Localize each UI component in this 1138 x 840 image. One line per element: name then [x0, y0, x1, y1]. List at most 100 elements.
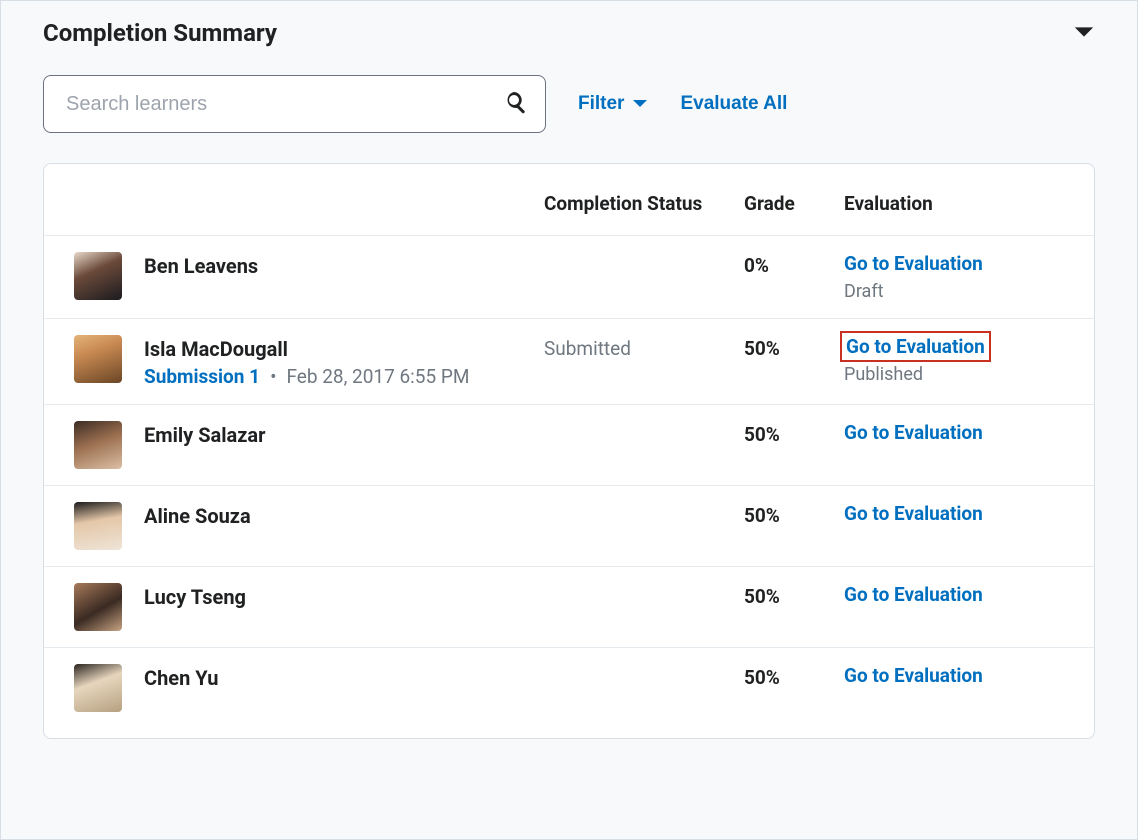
go-to-evaluation-link[interactable]: Go to Evaluation: [844, 502, 983, 525]
learner-name[interactable]: Ben Leavens: [144, 254, 258, 278]
submission-link[interactable]: Submission 1: [144, 365, 260, 388]
evaluation-cell: Go to Evaluation: [844, 486, 1094, 567]
learner-content: Lucy Tseng: [74, 583, 544, 631]
learner-name[interactable]: Lucy Tseng: [144, 585, 246, 609]
controls-row: Filter Evaluate All: [43, 75, 1095, 163]
table-row: Ben Leavens 0%Go to EvaluationDraft: [44, 236, 1094, 319]
chevron-down-icon: [632, 99, 648, 109]
grade-cell: 50%: [744, 648, 844, 729]
grade-cell: 0%: [744, 236, 844, 319]
avatar[interactable]: [74, 502, 122, 550]
grade-text: 50%: [744, 502, 844, 527]
grade-cell: 50%: [744, 319, 844, 405]
status-text: [544, 421, 744, 423]
learner-info: Lucy Tseng: [144, 583, 246, 609]
grade-text: 50%: [744, 421, 844, 446]
evaluation-content: Go to Evaluation: [844, 583, 1064, 606]
table-row: Isla MacDougallSubmission 1•Feb 28, 2017…: [44, 319, 1094, 405]
learner-info: Emily Salazar: [144, 421, 265, 447]
evaluation-content: Go to Evaluation: [844, 502, 1064, 525]
learner-info: Aline Souza: [144, 502, 251, 528]
status-cell: [544, 648, 744, 729]
status-text: [544, 502, 744, 504]
page-container: Completion Summary Filter Evaluate All: [0, 0, 1138, 840]
learner-name[interactable]: Chen Yu: [144, 666, 218, 690]
learner-cell: Aline Souza: [44, 486, 544, 567]
evaluation-cell: Go to Evaluation: [844, 648, 1094, 729]
column-learner-header: [44, 164, 544, 236]
evaluation-content: Go to Evaluation Published: [844, 335, 1064, 385]
go-to-evaluation-link[interactable]: Go to Evaluation: [844, 335, 987, 358]
evaluation-content: Go to EvaluationDraft: [844, 252, 1064, 302]
status-cell: [544, 236, 744, 319]
go-to-evaluation-link[interactable]: Go to Evaluation: [844, 252, 983, 275]
learner-content: Emily Salazar: [74, 421, 544, 469]
evaluation-cell: Go to Evaluation: [844, 405, 1094, 486]
learner-content: Aline Souza: [74, 502, 544, 550]
evaluation-content: Go to Evaluation: [844, 664, 1064, 687]
avatar[interactable]: [74, 335, 122, 383]
column-grade-header: Grade: [744, 164, 844, 236]
evaluation-status: Published: [844, 364, 923, 385]
learner-name[interactable]: Emily Salazar: [144, 423, 265, 447]
learner-cell: Emily Salazar: [44, 405, 544, 486]
filter-button[interactable]: Filter: [578, 93, 648, 115]
learners-card: Completion Status Grade Evaluation Ben L…: [43, 163, 1095, 739]
page-title: Completion Summary: [43, 19, 277, 47]
column-status-header: Completion Status: [544, 164, 744, 236]
status-cell: [544, 486, 744, 567]
grade-text: 50%: [744, 583, 844, 608]
grade-cell: 50%: [744, 567, 844, 648]
status-text: Submitted: [544, 335, 744, 360]
avatar[interactable]: [74, 252, 122, 300]
evaluate-all-button[interactable]: Evaluate All: [680, 93, 787, 115]
grade-text: 0%: [744, 252, 844, 277]
evaluation-cell: Go to EvaluationDraft: [844, 236, 1094, 319]
search-input[interactable]: [43, 75, 546, 133]
go-to-evaluation-link[interactable]: Go to Evaluation: [844, 583, 983, 606]
go-to-evaluation-link[interactable]: Go to Evaluation: [844, 421, 983, 444]
learner-info: Chen Yu: [144, 664, 218, 690]
learner-cell: Lucy Tseng: [44, 567, 544, 648]
go-to-evaluation-link[interactable]: Go to Evaluation: [844, 664, 983, 687]
status-cell: Submitted: [544, 319, 744, 405]
filter-label: Filter: [578, 93, 624, 115]
grade-cell: 50%: [744, 405, 844, 486]
column-evaluation-header: Evaluation: [844, 164, 1094, 236]
learner-cell: Chen Yu: [44, 648, 544, 729]
learner-content: Chen Yu: [74, 664, 544, 712]
learner-name[interactable]: Aline Souza: [144, 504, 251, 528]
title-row: Completion Summary: [43, 19, 1095, 47]
evaluation-cell: Go to Evaluation Published: [844, 319, 1094, 405]
grade-text: 50%: [744, 664, 844, 689]
evaluation-cell: Go to Evaluation: [844, 567, 1094, 648]
grade-cell: 50%: [744, 486, 844, 567]
status-text: [544, 583, 744, 585]
status-cell: [544, 405, 744, 486]
status-text: [544, 252, 744, 254]
search-wrap: [43, 75, 546, 133]
table-row: Aline Souza 50%Go to Evaluation: [44, 486, 1094, 567]
table-row: Lucy Tseng 50%Go to Evaluation: [44, 567, 1094, 648]
status-text: [544, 664, 744, 666]
table-row: Chen Yu 50%Go to Evaluation: [44, 648, 1094, 729]
collapse-icon[interactable]: [1073, 24, 1095, 43]
learner-info: Ben Leavens: [144, 252, 258, 278]
learner-content: Ben Leavens: [74, 252, 544, 300]
evaluation-content: Go to Evaluation: [844, 421, 1064, 444]
submission-line: Submission 1•Feb 28, 2017 6:55 PM: [144, 365, 469, 388]
learner-content: Isla MacDougallSubmission 1•Feb 28, 2017…: [74, 335, 544, 388]
table-row: Emily Salazar 50%Go to Evaluation: [44, 405, 1094, 486]
avatar[interactable]: [74, 664, 122, 712]
search-icon[interactable]: [504, 90, 528, 118]
learner-cell: Ben Leavens: [44, 236, 544, 319]
header-section: Completion Summary Filter Evaluate All: [1, 1, 1137, 163]
separator-dot: •: [270, 365, 276, 388]
avatar[interactable]: [74, 583, 122, 631]
learner-name[interactable]: Isla MacDougall: [144, 337, 469, 361]
learners-table: Completion Status Grade Evaluation Ben L…: [44, 164, 1094, 728]
learner-cell: Isla MacDougallSubmission 1•Feb 28, 2017…: [44, 319, 544, 405]
avatar[interactable]: [74, 421, 122, 469]
status-cell: [544, 567, 744, 648]
learner-info: Isla MacDougallSubmission 1•Feb 28, 2017…: [144, 335, 469, 388]
